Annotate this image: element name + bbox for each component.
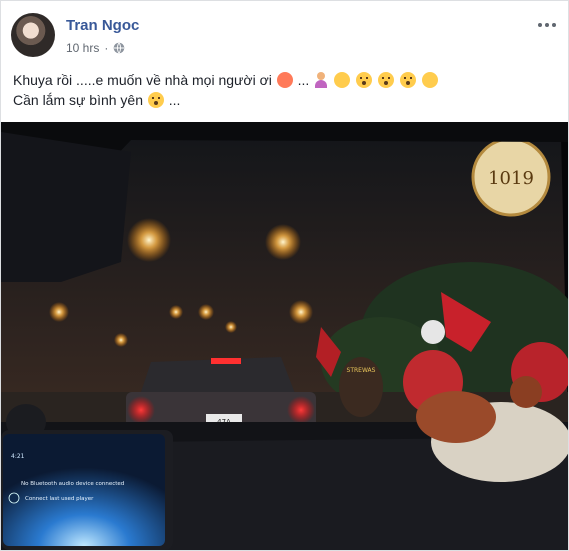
author-name[interactable]: Tran Ngoc — [66, 17, 139, 34]
heart-eyes-emoji-icon — [276, 72, 293, 88]
post-text-line-2-suffix: ... — [168, 92, 181, 108]
post-text-line-2-content: Cần lắm sự bình yên — [13, 92, 143, 108]
fearful-face-emoji-icon — [377, 72, 394, 88]
fearful-face-emoji-icon — [355, 72, 372, 88]
post-text-line-2: Cần lắm sự bình yên ... — [13, 90, 553, 110]
post-text: Khuya rồi .....e muốn về nhà mọi người ơ… — [13, 70, 553, 110]
globe-icon[interactable] — [113, 42, 125, 54]
avatar[interactable] — [11, 13, 55, 57]
relieved-face-emoji-icon — [334, 72, 351, 88]
post-photo[interactable]: 1019 47A 12120 STREWAS — [1, 122, 568, 550]
woman-shrugging-emoji-icon — [314, 72, 328, 88]
screen-bluetooth-message: No Bluetooth audio device connected — [21, 481, 124, 487]
screen-connect-option[interactable]: Connect last used player — [25, 496, 94, 502]
post-text-line-1-content: Khuya rồi .....e muốn về nhà mọi người ơ… — [13, 72, 272, 88]
post-text-line-1-suffix: ... — [297, 72, 310, 88]
timestamp[interactable]: 10 hrs — [66, 41, 99, 55]
store-sign-text: 1019 — [488, 168, 534, 189]
shirt-text: STREWAS — [347, 367, 376, 374]
facebook-post: Tran Ngoc 10 hrs · Khuya rồi .....e muốn… — [0, 0, 569, 551]
night-street-photo: 1019 47A 12120 STREWAS — [1, 122, 568, 550]
post-meta: 10 hrs · — [66, 41, 125, 55]
more-options-icon[interactable] — [535, 15, 559, 35]
post-header: Tran Ngoc 10 hrs · — [11, 13, 559, 59]
fearful-face-emoji-icon — [147, 92, 164, 108]
screen-time: 4:21 — [11, 453, 25, 460]
fearful-face-emoji-icon — [399, 72, 416, 88]
post-text-line-1: Khuya rồi .....e muốn về nhà mọi người ơ… — [13, 70, 553, 90]
pleading-face-emoji-icon — [421, 72, 438, 88]
